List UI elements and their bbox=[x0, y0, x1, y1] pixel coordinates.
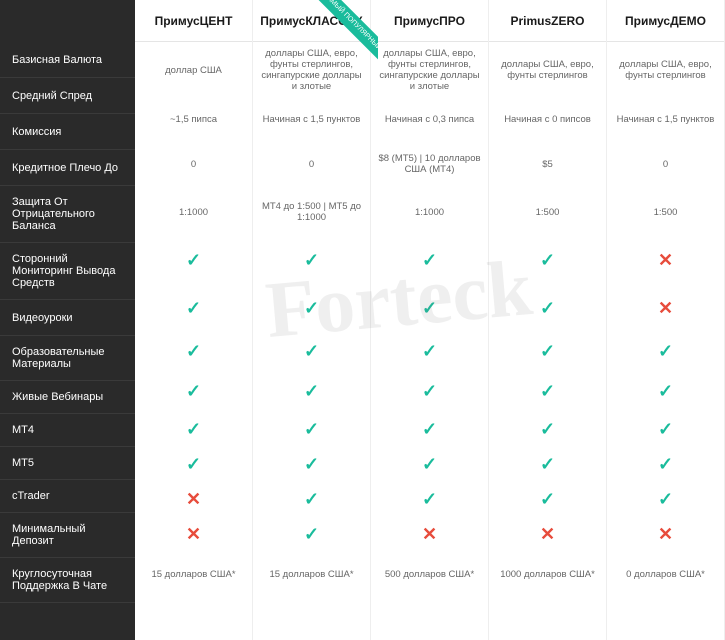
plan-column: ПримусЦЕНТдоллар США~1,5 пипса01:1000✓✓✓… bbox=[135, 0, 253, 640]
check-icon: ✓ bbox=[371, 447, 488, 482]
plan-value: доллары США, евро, фунты стерлингов, син… bbox=[371, 42, 488, 98]
plan-value: 1000 долларов США* bbox=[489, 552, 606, 596]
empty-cell bbox=[135, 596, 252, 640]
check-icon: ✓ bbox=[253, 236, 370, 284]
cross-icon: ✕ bbox=[135, 482, 252, 517]
empty-cell bbox=[371, 596, 488, 640]
plan-name: ПримусПРО bbox=[371, 0, 488, 42]
plan-value: 1:500 bbox=[607, 188, 724, 236]
feature-label: Комиссия bbox=[0, 114, 135, 150]
feature-label: Круглосуточная Поддержка В Чате bbox=[0, 558, 135, 603]
plan-name: ПримусДЕМО bbox=[607, 0, 724, 42]
check-icon: ✓ bbox=[371, 370, 488, 412]
check-icon: ✓ bbox=[253, 447, 370, 482]
check-icon: ✓ bbox=[135, 412, 252, 447]
plan-value: Начиная с 0,3 пипса bbox=[371, 98, 488, 140]
plan-value: доллары США, евро, фунты стерлингов, син… bbox=[253, 42, 370, 98]
check-icon: ✓ bbox=[607, 482, 724, 517]
feature-label: MT5 bbox=[0, 447, 135, 480]
check-icon: ✓ bbox=[135, 284, 252, 332]
check-icon: ✓ bbox=[135, 236, 252, 284]
feature-label: Сторонний Мониторинг Вывода Средств bbox=[0, 243, 135, 300]
plan-value: 500 долларов США* bbox=[371, 552, 488, 596]
check-icon: ✓ bbox=[489, 236, 606, 284]
feature-label: Базисная Валюта bbox=[0, 42, 135, 78]
plan-value: Начиная с 0 пипсов bbox=[489, 98, 606, 140]
plan-value: $8 (MT5) | 10 долларов США (MT4) bbox=[371, 140, 488, 188]
plan-value: MT4 до 1:500 | MT5 до 1:1000 bbox=[253, 188, 370, 236]
check-icon: ✓ bbox=[371, 332, 488, 370]
plan-value: доллар США bbox=[135, 42, 252, 98]
plan-column: ПримусДЕМОдоллары США, евро, фунты стерл… bbox=[607, 0, 725, 640]
plan-value: $5 bbox=[489, 140, 606, 188]
check-icon: ✓ bbox=[489, 370, 606, 412]
plan-value: 1:500 bbox=[489, 188, 606, 236]
check-icon: ✓ bbox=[253, 284, 370, 332]
plan-value: 1:1000 bbox=[135, 188, 252, 236]
check-icon: ✓ bbox=[489, 412, 606, 447]
check-icon: ✓ bbox=[607, 370, 724, 412]
plan-column: PrimusZEROдоллары США, евро, фунты стерл… bbox=[489, 0, 607, 640]
check-icon: ✓ bbox=[135, 370, 252, 412]
plan-value: 15 долларов США* bbox=[135, 552, 252, 596]
cross-icon: ✕ bbox=[135, 517, 252, 552]
plans-container: ПримусЦЕНТдоллар США~1,5 пипса01:1000✓✓✓… bbox=[135, 0, 725, 640]
feature-label: Кредитное Плечо До bbox=[0, 150, 135, 186]
plan-value: 1:1000 bbox=[371, 188, 488, 236]
plan-name: ПримусКЛАССИК bbox=[253, 0, 370, 42]
plan-value: 0 bbox=[253, 140, 370, 188]
check-icon: ✓ bbox=[489, 482, 606, 517]
check-icon: ✓ bbox=[371, 284, 488, 332]
plan-value: доллары США, евро, фунты стерлингов bbox=[489, 42, 606, 98]
feature-label: cTrader bbox=[0, 480, 135, 513]
check-icon: ✓ bbox=[371, 412, 488, 447]
feature-label: Живые Вебинары bbox=[0, 381, 135, 414]
plan-value: ~1,5 пипса bbox=[135, 98, 252, 140]
empty-cell bbox=[607, 596, 724, 640]
cross-icon: ✕ bbox=[607, 284, 724, 332]
empty-cell bbox=[253, 596, 370, 640]
feature-label: Минимальный Депозит bbox=[0, 513, 135, 558]
feature-label: Средний Спред bbox=[0, 78, 135, 114]
plan-value: доллары США, евро, фунты стерлингов bbox=[607, 42, 724, 98]
plan-value: 15 долларов США* bbox=[253, 552, 370, 596]
plan-value: 0 bbox=[135, 140, 252, 188]
plan-column: ПримусКЛАССИКСАМЫЙ ПОПУЛЯРНЫЙдоллары США… bbox=[253, 0, 371, 640]
check-icon: ✓ bbox=[607, 332, 724, 370]
check-icon: ✓ bbox=[253, 370, 370, 412]
check-icon: ✓ bbox=[253, 332, 370, 370]
check-icon: ✓ bbox=[489, 447, 606, 482]
plan-value: 0 долларов США* bbox=[607, 552, 724, 596]
check-icon: ✓ bbox=[135, 332, 252, 370]
cross-icon: ✕ bbox=[489, 517, 606, 552]
check-icon: ✓ bbox=[371, 236, 488, 284]
check-icon: ✓ bbox=[489, 284, 606, 332]
check-icon: ✓ bbox=[607, 447, 724, 482]
plan-value: 0 bbox=[607, 140, 724, 188]
feature-labels-column: Базисная ВалютаСредний СпредКомиссияКред… bbox=[0, 0, 135, 640]
check-icon: ✓ bbox=[607, 412, 724, 447]
plan-column: ПримусПРОдоллары США, евро, фунты стерли… bbox=[371, 0, 489, 640]
check-icon: ✓ bbox=[253, 482, 370, 517]
cross-icon: ✕ bbox=[371, 517, 488, 552]
feature-label: Защита От Отрицательного Баланса bbox=[0, 186, 135, 243]
cross-icon: ✕ bbox=[607, 517, 724, 552]
feature-label: MT4 bbox=[0, 414, 135, 447]
check-icon: ✓ bbox=[253, 412, 370, 447]
empty-cell bbox=[489, 596, 606, 640]
plan-value: Начиная с 1,5 пунктов bbox=[253, 98, 370, 140]
check-icon: ✓ bbox=[489, 332, 606, 370]
feature-label: Видеоуроки bbox=[0, 300, 135, 336]
check-icon: ✓ bbox=[135, 447, 252, 482]
check-icon: ✓ bbox=[371, 482, 488, 517]
plan-name: ПримусЦЕНТ bbox=[135, 0, 252, 42]
cross-icon: ✕ bbox=[607, 236, 724, 284]
comparison-table: Базисная ВалютаСредний СпредКомиссияКред… bbox=[0, 0, 725, 640]
plan-value: Начиная с 1,5 пунктов bbox=[607, 98, 724, 140]
feature-label: Образовательные Материалы bbox=[0, 336, 135, 381]
plan-name: PrimusZERO bbox=[489, 0, 606, 42]
check-icon: ✓ bbox=[253, 517, 370, 552]
